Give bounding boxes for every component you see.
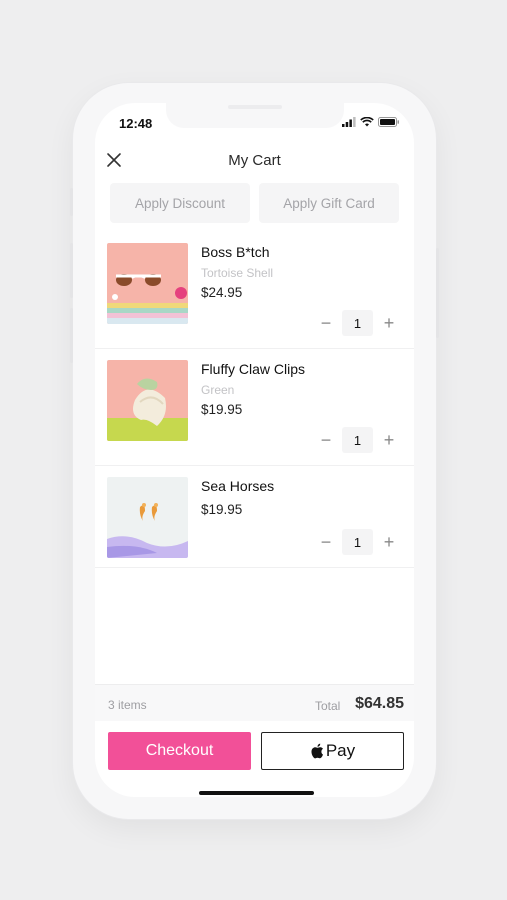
cart-item: Boss B*tch Tortoise Shell $24.95 − 1 + xyxy=(95,232,414,349)
claw-clips-thumbnail[interactable] xyxy=(107,360,188,441)
battery-icon xyxy=(378,117,399,127)
notch xyxy=(166,103,344,128)
total-label: Total xyxy=(315,699,341,713)
increase-quantity-button[interactable]: + xyxy=(379,311,399,335)
nav-bar: My Cart xyxy=(95,147,414,175)
item-name[interactable]: Sea Horses xyxy=(201,478,274,494)
apple-pay-button[interactable]: Pay xyxy=(261,732,404,770)
volume-down-button xyxy=(70,308,73,363)
item-variant: Tortoise Shell xyxy=(201,266,274,280)
decrease-quantity-button[interactable]: − xyxy=(316,530,336,554)
quantity-stepper: − 1 + xyxy=(316,529,399,555)
quantity-value[interactable]: 1 xyxy=(342,529,373,555)
signal-icon xyxy=(342,117,356,127)
decrease-quantity-button[interactable]: − xyxy=(316,428,336,452)
total-value: $64.85 xyxy=(355,695,404,712)
apple-icon xyxy=(311,743,323,759)
speaker xyxy=(228,105,282,109)
increase-quantity-button[interactable]: + xyxy=(379,530,399,554)
apply-discount-button[interactable]: Apply Discount xyxy=(110,183,250,223)
wifi-icon xyxy=(360,117,374,127)
increase-quantity-button[interactable]: + xyxy=(379,428,399,452)
status-time: 12:48 xyxy=(119,116,153,131)
item-count: 3 items xyxy=(108,698,147,712)
quantity-stepper: − 1 + xyxy=(316,310,399,336)
item-price: $24.95 xyxy=(201,285,243,300)
app-screen: 12:48 My Cart Apply Discount Apply Gift … xyxy=(95,103,414,797)
apply-gift-card-button[interactable]: Apply Gift Card xyxy=(259,183,399,223)
volume-up-button xyxy=(70,243,73,298)
decrease-quantity-button[interactable]: − xyxy=(316,311,336,335)
item-price: $19.95 xyxy=(201,402,243,417)
seahorse-earrings-thumbnail[interactable] xyxy=(107,477,188,558)
quantity-value[interactable]: 1 xyxy=(342,427,373,453)
checkout-button[interactable]: Checkout xyxy=(108,732,251,770)
cart-list: Boss B*tch Tortoise Shell $24.95 − 1 + F… xyxy=(95,232,414,568)
cart-item: Sea Horses $19.95 − 1 + xyxy=(95,466,414,568)
cart-summary: 3 items Total $64.85 xyxy=(95,684,414,721)
promo-row: Apply Discount Apply Gift Card xyxy=(110,183,399,223)
item-name[interactable]: Boss B*tch xyxy=(201,244,269,260)
power-button xyxy=(436,248,439,338)
sunglasses-thumbnail[interactable] xyxy=(107,243,188,324)
quantity-value[interactable]: 1 xyxy=(342,310,373,336)
status-icons xyxy=(342,117,400,127)
item-variant: Green xyxy=(201,383,235,397)
item-name[interactable]: Fluffy Claw Clips xyxy=(201,361,305,377)
cart-item: Fluffy Claw Clips Green $19.95 − 1 + xyxy=(95,349,414,466)
item-price: $19.95 xyxy=(201,502,243,517)
apple-pay-label: Pay xyxy=(325,741,356,760)
home-indicator[interactable] xyxy=(199,791,314,795)
quantity-stepper: − 1 + xyxy=(316,427,399,453)
page-title: My Cart xyxy=(228,152,281,169)
mute-switch xyxy=(70,188,73,216)
